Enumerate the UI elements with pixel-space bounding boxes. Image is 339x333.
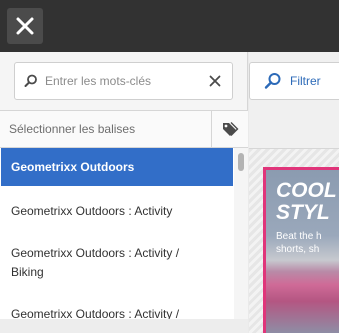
search-icon xyxy=(264,73,281,89)
asset-card[interactable]: COOL STYL Beat the h shorts, sh xyxy=(263,167,339,333)
card-headline: COOL STYL xyxy=(276,179,337,224)
search-panel: Sélectionner les balises Geometrixx Outd… xyxy=(0,52,248,333)
list-item[interactable]: Geometrixx Outdoors : Activity xyxy=(1,202,233,221)
card-subtext: Beat the h shorts, sh xyxy=(276,231,322,255)
search-input[interactable] xyxy=(45,69,195,93)
list-item[interactable]: Geometrixx Outdoors : Activity / Biking xyxy=(1,244,191,282)
content-panel: Filtrer COOL STYL Beat the h shorts, sh xyxy=(249,52,339,333)
filter-button[interactable]: Filtrer xyxy=(249,62,339,100)
search-icon xyxy=(24,74,37,87)
bottom-strip xyxy=(0,319,248,333)
tag-selector[interactable]: Sélectionner les balises xyxy=(0,110,248,148)
tag-list: Geometrixx Outdoors Geometrixx Outdoors … xyxy=(0,148,234,333)
list-item-label: Geometrixx Outdoors xyxy=(11,159,135,174)
scroll-thumb[interactable] xyxy=(238,153,244,171)
clear-search-icon[interactable] xyxy=(209,75,221,87)
tag-icon xyxy=(223,121,239,136)
top-bar xyxy=(0,0,339,52)
list-scrollbar[interactable] xyxy=(234,148,248,333)
search-field[interactable] xyxy=(14,62,233,100)
list-item-label: Geometrixx Outdoors : Activity / Biking xyxy=(11,246,180,279)
close-button[interactable] xyxy=(7,8,43,44)
list-item[interactable]: Geometrixx Outdoors xyxy=(1,148,233,186)
select-tags-label: Sélectionner les balises xyxy=(9,122,136,136)
tag-picker-button[interactable] xyxy=(211,111,248,148)
asset-grid: COOL STYL Beat the h shorts, sh xyxy=(249,149,339,333)
list-item-label: Geometrixx Outdoors : Activity xyxy=(11,204,173,218)
filter-label: Filtrer xyxy=(290,74,321,88)
close-icon xyxy=(16,17,34,35)
